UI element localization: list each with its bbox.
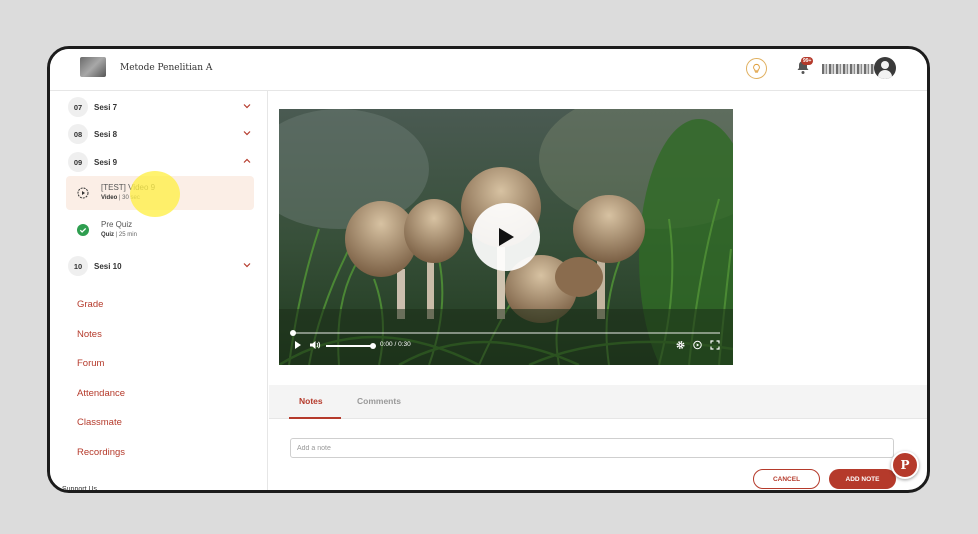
- floating-help-button[interactable]: P: [891, 451, 919, 479]
- volume-slider[interactable]: [326, 343, 376, 349]
- lightbulb-icon[interactable]: [746, 58, 767, 79]
- course-title: Metode Penelitian A: [120, 63, 213, 73]
- chevron-up-icon[interactable]: [242, 156, 252, 166]
- session-label: Sesi 10: [94, 261, 122, 271]
- play-circle-icon: [77, 187, 89, 199]
- tab-notes[interactable]: Notes: [299, 396, 323, 406]
- menu-classmate[interactable]: Classmate: [77, 417, 122, 428]
- menu-grade[interactable]: Grade: [77, 299, 103, 310]
- session-10[interactable]: 10 Sesi 10: [68, 256, 254, 276]
- lesson-title: [TEST] Video 9: [101, 183, 156, 192]
- play-button[interactable]: [472, 203, 540, 271]
- notification-badge: 99+: [801, 57, 814, 65]
- user-avatar[interactable]: [874, 57, 896, 79]
- volume-icon[interactable]: [309, 340, 321, 350]
- lesson-meta: Quiz | 25 min: [101, 232, 137, 238]
- menu-notes[interactable]: Notes: [77, 329, 102, 340]
- lesson-type: Video: [101, 195, 118, 201]
- session-number: 09: [68, 152, 88, 172]
- add-note-button[interactable]: ADD NOTE: [829, 469, 896, 489]
- chevron-down-icon[interactable]: [242, 260, 252, 270]
- session-label: Sesi 8: [94, 129, 118, 139]
- chevron-down-icon[interactable]: [242, 101, 252, 111]
- session-number: 08: [68, 124, 88, 144]
- session-08[interactable]: 08 Sesi 8: [68, 124, 254, 144]
- playback-speed-icon[interactable]: [692, 340, 703, 350]
- lesson-duration: 25 min: [118, 232, 137, 238]
- menu-forum[interactable]: Forum: [77, 358, 104, 369]
- lesson-duration: 30 sec: [122, 195, 140, 201]
- play-small-icon[interactable]: [294, 340, 302, 350]
- fullscreen-icon[interactable]: [710, 340, 720, 350]
- session-label: Sesi 9: [94, 157, 118, 167]
- video-progress-bar[interactable]: [290, 330, 720, 336]
- lesson-title: Pre Quiz: [101, 220, 133, 229]
- video-time: 0:00 / 0:30: [380, 341, 411, 348]
- active-tab-indicator: [289, 417, 341, 419]
- video-player[interactable]: 0:00 / 0:30: [279, 109, 733, 365]
- cancel-button[interactable]: CANCEL: [753, 469, 820, 489]
- lesson-type: Quiz: [101, 232, 114, 238]
- top-header: Metode Penelitian A 99+: [50, 49, 927, 91]
- gear-icon[interactable]: [675, 340, 686, 350]
- lesson-item-pre-quiz[interactable]: Pre Quiz Quiz | 25 min: [66, 213, 254, 247]
- course-sidebar: 07 Sesi 7 08 Sesi 8 09 Sesi 9 [TEST] Vid…: [50, 91, 268, 490]
- volume-knob[interactable]: [370, 343, 376, 349]
- session-label: Sesi 7: [94, 102, 118, 112]
- session-number: 07: [68, 97, 88, 117]
- tab-comments[interactable]: Comments: [357, 396, 401, 406]
- chevron-down-icon[interactable]: [242, 128, 252, 138]
- menu-attendance[interactable]: Attendance: [77, 388, 125, 399]
- user-name-blurred[interactable]: [822, 64, 874, 74]
- add-note-input[interactable]: [290, 438, 894, 458]
- menu-recordings[interactable]: Recordings: [77, 447, 125, 458]
- session-09[interactable]: 09 Sesi 9: [68, 152, 254, 172]
- course-thumbnail[interactable]: [80, 57, 106, 77]
- support-link[interactable]: Support Us: [62, 486, 97, 490]
- play-icon: [499, 228, 514, 246]
- session-number: 10: [68, 256, 88, 276]
- lesson-meta: Video | 30 sec: [101, 195, 140, 201]
- notes-tabs: Notes Comments: [269, 385, 927, 419]
- session-07[interactable]: 07 Sesi 7: [68, 97, 254, 117]
- app-window: Metode Penelitian A 99+ 07 Sesi 7 08 Ses…: [47, 46, 930, 493]
- lesson-item-video-9[interactable]: [TEST] Video 9 Video | 30 sec: [66, 176, 254, 210]
- progress-knob[interactable]: [290, 330, 296, 336]
- check-circle-icon: [77, 224, 89, 236]
